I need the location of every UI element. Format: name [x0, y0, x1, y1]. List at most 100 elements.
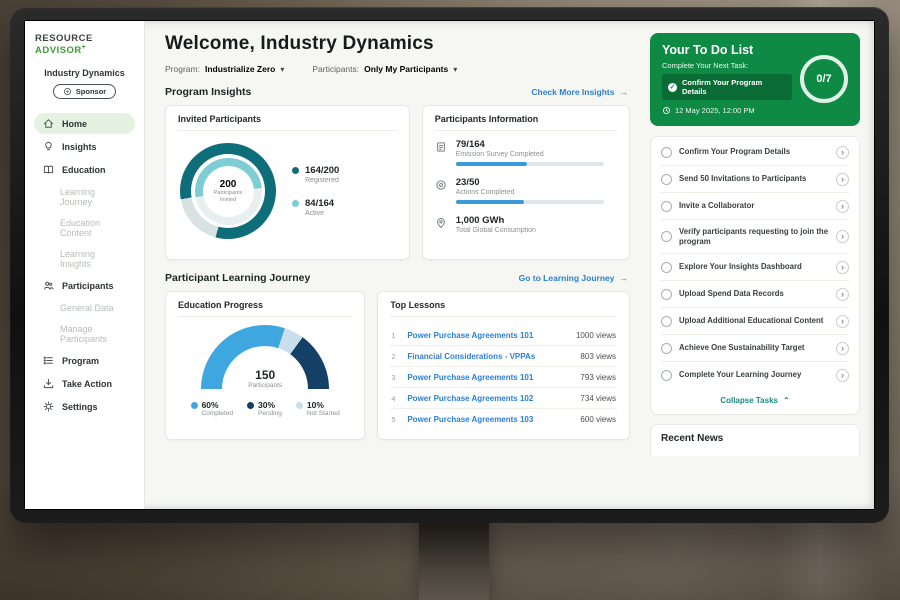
info-label: Total Global Consumption — [456, 227, 536, 234]
go-to-learning-journey-link[interactable]: Go to Learning Journey → — [519, 273, 628, 283]
lesson-link[interactable]: Power Purchase Agreements 101 — [407, 373, 572, 382]
legend-dot-not-started — [296, 402, 303, 409]
recent-news-title: Recent News — [661, 433, 849, 444]
next-task-label: Confirm Your Program Details — [682, 78, 786, 96]
task-row-send-invitations[interactable]: Send 50 Invitations to Participants › — [661, 166, 849, 193]
lesson-link[interactable]: Power Purchase Agreements 103 — [407, 415, 572, 424]
sidebar-item-label: Manage Participants — [60, 324, 127, 344]
survey-progress-bar — [456, 162, 604, 166]
next-task-chip[interactable]: ✓ Confirm Your Program Details — [662, 74, 792, 100]
program-filter[interactable]: Program: Industrialize Zero ▾ — [165, 64, 284, 74]
sidebar-item-general-data[interactable]: General Data — [34, 298, 135, 318]
sidebar-item-participants[interactable]: Participants — [34, 275, 135, 296]
lesson-rank: 1 — [391, 331, 399, 340]
task-checkbox[interactable] — [661, 262, 672, 273]
sidebar-item-program[interactable]: Program — [34, 350, 135, 371]
task-row-explore-insights[interactable]: Explore Your Insights Dashboard › — [661, 254, 849, 281]
collapse-tasks-link[interactable]: Collapse Tasks ⌃ — [661, 388, 849, 414]
legend-dot-active — [292, 200, 299, 207]
participants-filter[interactable]: Participants: Only My Participants ▾ — [312, 64, 457, 74]
arrow-right-icon: → — [620, 273, 629, 283]
sponsor-badge: Sponsor — [53, 84, 116, 99]
task-checkbox[interactable] — [661, 316, 672, 327]
task-checkbox[interactable] — [661, 147, 672, 158]
chevron-right-icon[interactable]: › — [836, 315, 849, 328]
legend-item-not-started: 10% Not Started — [296, 400, 340, 417]
invited-total: 200 — [203, 179, 254, 190]
chevron-right-icon[interactable]: › — [836, 369, 849, 382]
task-checkbox[interactable] — [661, 343, 672, 354]
participants-filter-label: Participants: — [312, 64, 359, 74]
chevron-down-icon: ▾ — [453, 65, 457, 74]
sidebar-item-home[interactable]: Home — [34, 113, 135, 134]
chevron-up-icon: ⌃ — [783, 396, 790, 405]
task-row-verify-participants[interactable]: Verify participants requesting to join t… — [661, 220, 849, 254]
account-block: Industry Dynamics Sponsor — [34, 68, 135, 101]
task-checkbox[interactable] — [661, 174, 672, 185]
chevron-right-icon[interactable]: › — [836, 230, 849, 243]
sidebar-item-take-action[interactable]: Take Action — [34, 373, 135, 394]
lesson-rank: 2 — [391, 352, 399, 361]
actions-progress-bar — [456, 200, 604, 204]
sidebar-item-manage-participants[interactable]: Manage Participants — [34, 319, 135, 349]
todo-progress-value: 0/7 — [816, 73, 831, 85]
clock-icon — [662, 106, 671, 115]
sidebar-item-education-content[interactable]: Education Content — [34, 213, 135, 243]
education-icon — [42, 164, 55, 175]
task-row-confirm-program[interactable]: Confirm Your Program Details › — [661, 139, 849, 166]
chevron-right-icon[interactable]: › — [836, 173, 849, 186]
chevron-right-icon[interactable]: › — [836, 261, 849, 274]
task-checkbox[interactable] — [661, 231, 672, 242]
insights-cards-row: Invited Participants 200 Participants In… — [165, 105, 630, 260]
chevron-right-icon[interactable]: › — [836, 342, 849, 355]
task-label: Confirm Your Program Details — [679, 147, 829, 157]
sidebar-item-label: Learning Insights — [60, 249, 127, 269]
task-checkbox[interactable] — [661, 289, 672, 300]
lesson-link[interactable]: Power Purchase Agreements 102 — [407, 394, 572, 403]
education-progress-card: Education Progress 150 Participants — [165, 291, 365, 440]
sidebar-item-label: Education — [62, 165, 106, 175]
task-row-invite-collaborator[interactable]: Invite a Collaborator › — [661, 193, 849, 220]
chevron-right-icon[interactable]: › — [836, 146, 849, 159]
legend-item-active: 84/164 Active — [292, 198, 339, 217]
chevron-right-icon[interactable]: › — [836, 200, 849, 213]
task-label: Upload Additional Educational Content — [679, 316, 829, 326]
task-row-complete-learning-journey[interactable]: Complete Your Learning Journey › — [661, 362, 849, 388]
task-checkbox[interactable] — [661, 370, 672, 381]
sidebar-item-settings[interactable]: Settings — [34, 396, 135, 417]
legend-item-pending: 30% Pending — [247, 400, 282, 417]
participants-filter-value: Only My Participants — [364, 64, 448, 74]
sidebar-item-education[interactable]: Education — [34, 159, 135, 180]
info-row-actions: 23/50 Actions Completed — [435, 177, 617, 204]
task-row-upload-spend-data[interactable]: Upload Spend Data Records › — [661, 281, 849, 308]
lesson-link[interactable]: Power Purchase Agreements 101 — [407, 331, 568, 340]
link-label: Check More Insights — [531, 87, 614, 97]
sidebar-item-label: Education Content — [60, 218, 127, 238]
task-row-achieve-target[interactable]: Achieve One Sustainability Target › — [661, 335, 849, 362]
legend-value: 30% — [258, 400, 282, 410]
lesson-row: 1 Power Purchase Agreements 101 1000 vie… — [390, 325, 617, 346]
photo-background: RESOURCE ADVISOR+ Industry Dynamics Spon… — [0, 0, 900, 600]
legend-dot-completed — [191, 402, 198, 409]
sidebar-item-learning-insights[interactable]: Learning Insights — [34, 244, 135, 274]
info-label: Actions Completed — [456, 189, 604, 196]
check-more-insights-link[interactable]: Check More Insights → — [531, 87, 628, 97]
program-filter-label: Program: — [165, 64, 200, 74]
task-label: Achieve One Sustainability Target — [679, 343, 829, 353]
todo-summary-card: Your To Do List Complete Your Next Task:… — [650, 33, 860, 126]
lesson-link[interactable]: Financial Considerations - VPPAs — [407, 352, 572, 361]
link-label: Go to Learning Journey — [519, 273, 615, 283]
sidebar-item-insights[interactable]: Insights — [34, 136, 135, 157]
lesson-row: 5 Power Purchase Agreements 103 600 view… — [390, 409, 617, 429]
top-lessons-card: Top Lessons 1 Power Purchase Agreements … — [377, 291, 630, 440]
sidebar-item-learning-journey[interactable]: Learning Journey — [34, 182, 135, 212]
task-row-upload-educational-content[interactable]: Upload Additional Educational Content › — [661, 308, 849, 335]
sidebar-item-label: Settings — [62, 402, 98, 412]
page-title: Welcome, Industry Dynamics — [165, 33, 630, 55]
task-checkbox[interactable] — [661, 201, 672, 212]
chevron-right-icon[interactable]: › — [836, 288, 849, 301]
donut-center: 200 Participants Invited — [203, 166, 254, 217]
lesson-row: 3 Power Purchase Agreements 101 793 view… — [390, 367, 617, 388]
participants-icon — [42, 280, 55, 291]
legend-item-registered: 164/200 Registered — [292, 165, 339, 184]
